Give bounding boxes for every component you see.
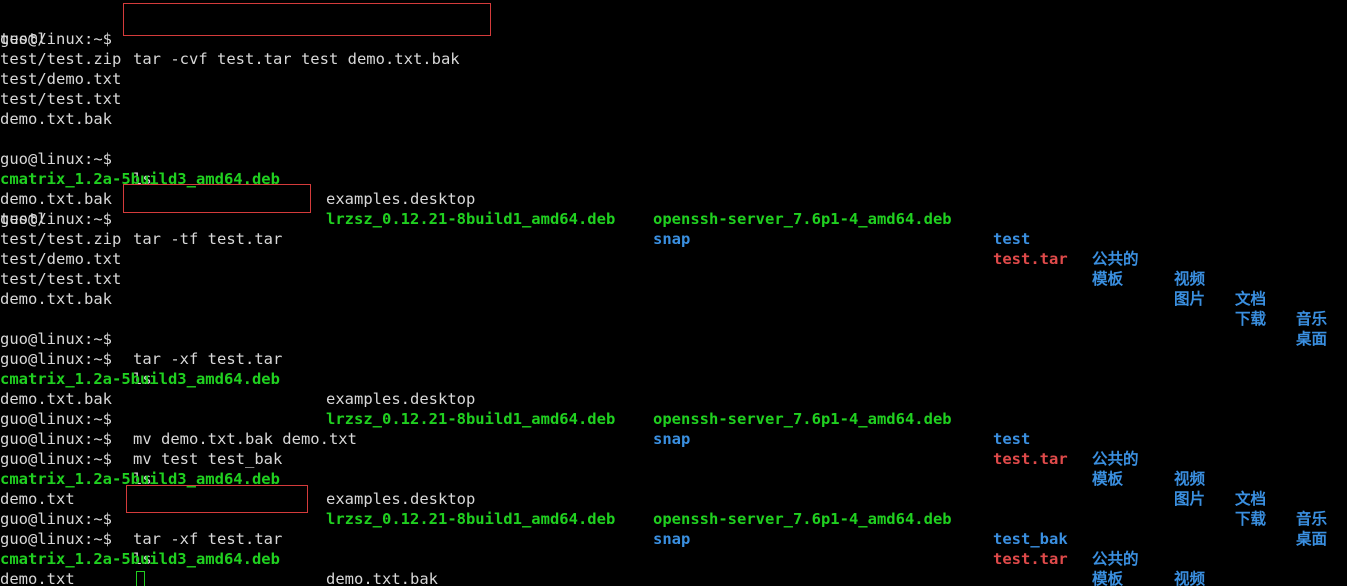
output-line-test-dir: test/ <box>0 30 47 48</box>
clipped-top-row: demo.txt.bak lrzsz_0.12.21-8build1_amd64… <box>0 0 37 9</box>
command-line-tar-xf-1: guo@linux:~$ tar -xf test.tar <box>0 309 282 368</box>
dir-test: test <box>993 430 1031 448</box>
dir-snap: snap <box>653 430 691 448</box>
file-openssh-deb: openssh-server_7.6p1-4_amd64.deb <box>653 510 952 528</box>
file-lrzsz-deb: lrzsz_0.12.21-8build1_amd64.deb <box>326 410 616 428</box>
command-line-tar-xf-2: guo@linux:~$ tar -xf test.tar <box>0 489 282 548</box>
file-examples-desktop: examples.desktop <box>326 390 476 408</box>
command-line-ls-3: guo@linux:~$ ls <box>0 429 152 488</box>
output-line-demo-txt-bak: demo.txt.bak <box>0 110 112 128</box>
command-line-mv-demo: guo@linux:~$ mv demo.txt.bak demo.txt <box>0 389 357 448</box>
file-cmatrix-deb: cmatrix_1.2a-5build3_amd64.deb <box>0 470 280 488</box>
ls-output-row: cmatrix_1.2a-5build3_amd64.deb examples.… <box>0 149 1327 328</box>
command-text-tar-cvf: tar -cvf test.tar test demo.txt.bak <box>133 50 460 68</box>
ls-output-row: cmatrix_1.2a-5build3_amd64.deb demo.txt.… <box>0 529 438 586</box>
output-line-test-demo-txt: test/demo.txt <box>0 70 122 88</box>
dir-downloads: 下载 <box>1235 510 1267 528</box>
ls-output-row: demo.txt.bak lrzsz_0.12.21-8build1_amd64… <box>0 369 1327 548</box>
dir-videos: 视频 <box>1174 270 1206 288</box>
highlight-box-tar-xf <box>126 485 308 513</box>
output-line-test-zip: test/test.zip <box>0 230 122 248</box>
command-text-tar-xf: tar -xf test.tar <box>133 350 283 368</box>
dir-music: 音乐 <box>1296 310 1328 328</box>
dir-pictures: 图片 <box>1174 490 1206 508</box>
command-line-tar-tf: guo@linux:~$ tar -tf test.tar <box>0 189 282 248</box>
dir-public: 公共的 <box>1092 450 1139 468</box>
command-text-mv-test: mv test test_bak <box>133 450 283 468</box>
dir-snap: snap <box>653 230 691 248</box>
dir-public: 公共的 <box>1092 250 1139 268</box>
file-test-tar: test.tar <box>993 450 1068 468</box>
file-lrzsz-deb: lrzsz_0.12.21-8build1_amd64.deb <box>326 210 616 228</box>
dir-test-bak: test_bak <box>993 530 1068 548</box>
ls-output-row: cmatrix_1.2a-5build3_amd64.deb examples.… <box>0 449 1205 586</box>
command-line-ls-1: guo@linux:~$ ls <box>0 129 152 188</box>
dir-videos: 视频 <box>1174 570 1206 586</box>
dir-public: 公共的 <box>1092 550 1139 568</box>
dir-pictures: 图片 <box>1174 290 1206 308</box>
dir-templates: 模板 <box>1092 470 1124 488</box>
output-line-test-dir: test/ <box>0 210 47 228</box>
command-text-tar-xf: tar -xf test.tar <box>133 530 283 548</box>
output-line-test-demo-txt: test/demo.txt <box>0 250 122 268</box>
dir-snap: snap <box>653 530 691 548</box>
output-line-test-test-txt: test/test.txt <box>0 90 122 108</box>
dir-templates: 模板 <box>1092 570 1124 586</box>
file-cmatrix-deb: cmatrix_1.2a-5build3_amd64.deb <box>0 170 280 188</box>
file-openssh-deb: openssh-server_7.6p1-4_amd64.deb <box>653 410 952 428</box>
command-line-active-prompt[interactable]: guo@linux:~$ <box>0 569 37 586</box>
command-line-ls-2: guo@linux:~$ ls <box>0 329 152 388</box>
file-examples-desktop: examples.desktop <box>326 490 476 508</box>
ls-output-row: demo.txt examples.desktop openssh-server… <box>0 549 75 586</box>
command-line-ls-4: guo@linux:~$ ls <box>0 509 152 568</box>
ls-output-row: demo.txt.bak lrzsz_0.12.21-8build1_amd64… <box>0 169 1327 348</box>
output-line-demo-txt-bak: demo.txt.bak <box>0 290 112 308</box>
dir-desktop: 桌面 <box>1296 330 1328 348</box>
file-demo-txt-bak: demo.txt.bak <box>326 570 438 586</box>
file-lrzsz-deb: lrzsz_0.12.21-8build1_amd64.deb <box>326 510 616 528</box>
terminal-window[interactable]: demo.txt.bak lrzsz_0.12.21-8build1_amd64… <box>0 0 1347 586</box>
dir-templates: 模板 <box>1092 270 1124 288</box>
file-examples-desktop: examples.desktop <box>326 190 476 208</box>
file-cmatrix-deb: cmatrix_1.2a-5build3_amd64.deb <box>0 370 280 388</box>
file-cmatrix-deb: cmatrix_1.2a-5build3_amd64.deb <box>0 550 280 568</box>
highlight-box-tar-cvf <box>123 3 491 36</box>
command-line-tar-cvf: guo@linux:~$ tar -cvf test.tar test demo… <box>0 9 460 68</box>
dir-downloads: 下载 <box>1235 310 1267 328</box>
command-text-tar-tf: tar -tf test.tar <box>133 230 283 248</box>
dir-desktop: 桌面 <box>1296 530 1328 548</box>
command-text-mv-demo: mv demo.txt.bak demo.txt <box>133 430 357 448</box>
dir-documents: 文档 <box>1235 290 1267 308</box>
dir-test: test <box>993 230 1031 248</box>
text-cursor <box>136 571 145 586</box>
file-test-tar: test.tar <box>993 250 1068 268</box>
file-openssh-deb: openssh-server_7.6p1-4_amd64.deb <box>653 210 952 228</box>
command-line-mv-test: guo@linux:~$ mv test test_bak <box>0 409 282 468</box>
file-test-tar: test.tar <box>993 550 1068 568</box>
output-line-test-test-txt: test/test.txt <box>0 270 122 288</box>
ls-output-row: demo.txt lrzsz_0.12.21-8build1_amd64.deb… <box>0 469 1123 586</box>
ls-output-row: cmatrix_1.2a-5build3_amd64.deb examples.… <box>0 349 1327 528</box>
dir-music: 音乐 <box>1296 510 1328 528</box>
dir-documents: 文档 <box>1235 490 1267 508</box>
output-line-test-zip: test/test.zip <box>0 50 122 68</box>
dir-videos: 视频 <box>1174 470 1206 488</box>
